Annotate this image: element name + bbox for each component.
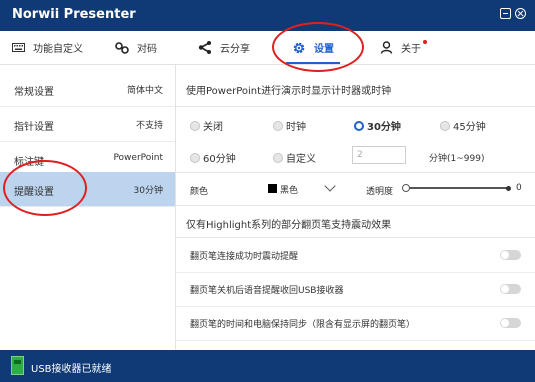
color-label: 颜色 [190,187,209,197]
keyboard-icon [12,43,25,52]
setting-row: 翻页笔的时间和电脑保持同步（限含有显示屏的翻页笔） [176,306,535,341]
vibrate-on-connect-toggle[interactable] [500,250,521,260]
radio-label: 自定义 [286,154,316,165]
sidebar-item-label: 指针设置 [14,122,54,133]
tab-label: 关于 [401,44,421,55]
sidebar-item-value: 不支持 [135,121,163,131]
setting-label: 翻页笔的时间和电脑保持同步（限含有显示屏的翻页笔） [190,320,416,330]
tab-settings[interactable]: 设置 [286,31,340,64]
radio-off[interactable]: 关闭 [190,118,223,133]
opacity-label: 透明度 [366,187,394,197]
color-value: 黑色 [280,186,299,196]
radio-label: 45分钟 [453,122,486,133]
tab-label: 功能自定义 [33,44,83,55]
status-bar: USB接收器已就绪 [0,350,535,382]
opacity-slider[interactable] [402,181,514,195]
settings-panel: 使用PowerPoint进行演示时显示计时器或时钟 关闭 时钟 30分钟 45分… [176,65,535,350]
toolbar: 功能自定义 对码 云分享 设置 关于 [0,31,535,65]
share-icon [198,41,211,54]
link-icon [115,41,129,54]
radio-dot [440,120,450,131]
close-icon[interactable] [515,8,526,19]
radio-dot [354,120,364,131]
sidebar-item-value: 30分钟 [133,186,163,196]
radio-label: 30分钟 [367,122,401,133]
minimize-icon[interactable] [500,8,511,19]
radio-dot [190,152,200,163]
voice-reminder-toggle[interactable] [500,284,521,294]
tab-label: 云分享 [220,44,250,55]
chevron-down-icon [324,180,336,192]
sidebar-item-value: PowerPoint [113,153,163,163]
usb-receiver-icon [11,356,24,375]
tab-label: 对码 [137,44,157,55]
divider [176,205,535,206]
status-text: USB接收器已就绪 [31,364,112,375]
radio-dot [190,120,200,131]
app-window: Norwii Presenter 功能自定义 对码 云分享 设置 关于 常规设置… [0,0,535,382]
setting-label: 翻页笔连接成功时震动提醒 [190,252,299,262]
sidebar-item-pointer[interactable]: 指针设置 不支持 [0,107,175,142]
sidebar-item-value: 简体中文 [126,86,163,96]
radio-dot [273,120,283,131]
title-bar: Norwii Presenter [0,0,535,31]
divider [176,172,535,173]
setting-label: 翻页笔关机后语音提醒收回USB接收器 [190,286,344,296]
sidebar-item-label: 标注键 [14,157,44,168]
sidebar-item-label: 常规设置 [14,87,54,98]
tab-pairing[interactable]: 对码 [115,31,157,64]
tab-about[interactable]: 关于 [380,31,427,64]
sidebar-item-label: 提醒设置 [14,187,54,198]
tab-label: 设置 [314,44,334,55]
time-sync-toggle[interactable] [500,318,521,328]
color-swatch [268,184,277,193]
setting-row: 翻页笔关机后语音提醒收回USB接收器 [176,272,535,307]
app-title: Norwii Presenter [12,7,136,22]
notification-badge [423,40,427,44]
setting-row: 翻页笔连接成功时震动提醒 [176,238,535,273]
gear-icon [293,42,305,53]
custom-range-label: 分钟(1~999) [429,154,485,164]
tab-function-custom[interactable]: 功能自定义 [12,31,83,64]
timer-heading: 使用PowerPoint进行演示时显示计时器或时钟 [186,86,392,97]
radio-clock[interactable]: 时钟 [273,118,306,133]
radio-custom[interactable]: 自定义 [273,150,316,165]
sidebar-item-general[interactable]: 常规设置 简体中文 [0,72,175,107]
radio-label: 60分钟 [203,154,236,165]
sidebar-item-reminder[interactable]: 提醒设置 30分钟 [0,172,175,207]
radio-dot [273,152,283,163]
user-icon [380,41,393,54]
divider [176,106,535,107]
radio-45min[interactable]: 45分钟 [440,118,486,133]
radio-label: 关闭 [203,122,223,133]
radio-30min[interactable]: 30分钟 [354,118,401,133]
slider-track [405,187,509,189]
slider-knob[interactable] [402,184,410,192]
tab-cloud-share[interactable]: 云分享 [198,31,250,64]
color-select[interactable]: 黑色 [268,179,348,197]
custom-minutes-input[interactable]: 2 [352,146,406,164]
slider-end [506,185,511,191]
settings-sidebar: 常规设置 简体中文 指针设置 不支持 标注键 PowerPoint 提醒设置 3… [0,65,176,350]
radio-label: 时钟 [286,122,306,133]
radio-60min[interactable]: 60分钟 [190,150,236,165]
vibration-heading: 仅有Highlight系列的部分翻页笔支持震动效果 [186,220,392,231]
opacity-value: 0 [516,183,522,193]
